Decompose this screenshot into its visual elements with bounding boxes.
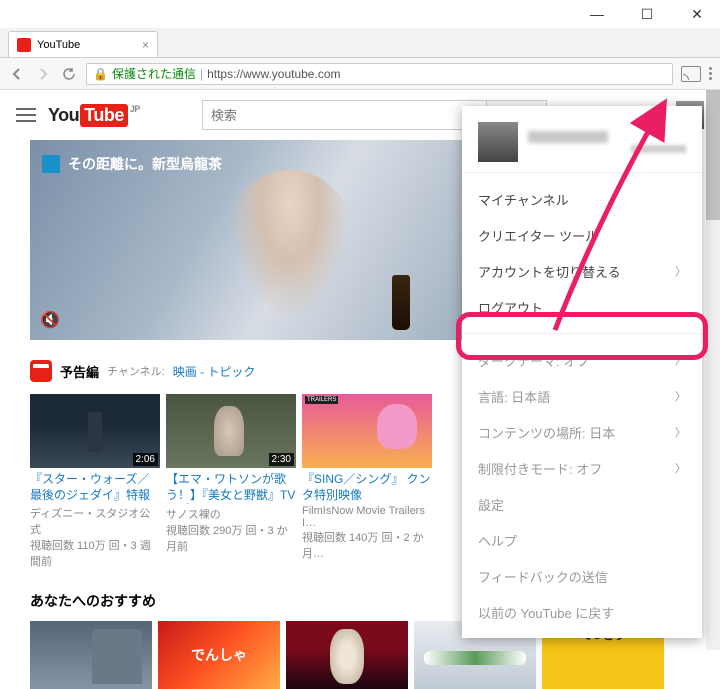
video-title: 『スター・ウォーズ／最後のジェダイ』特報 [30,472,160,503]
menu-item-location[interactable]: コンテンツの場所: 日本〉 [462,414,702,450]
video-thumbnail: 2:06 [30,394,160,468]
window-close[interactable]: ✕ [682,4,712,24]
ad-text: その距離に。新型烏龍茶 [68,154,222,174]
menu-avatar [478,122,518,162]
chevron-right-icon: 〉 [675,352,686,368]
menu-item-old-youtube[interactable]: 以前の YouTube に戻す [462,594,702,630]
video-title: 『SING／シング』 クンタ特別映像 [302,472,432,503]
browser-tab[interactable]: YouTube × [8,31,158,57]
section-sublabel: チャンネル: [107,363,165,379]
tab-title: YouTube [37,39,80,51]
section-title: 予告編 [60,362,99,381]
menu-item-settings[interactable]: 設定 [462,486,702,522]
url-text: https://www.youtube.com [207,67,340,81]
hero-ad[interactable]: その距離に。新型烏龍茶 🔇 [30,140,470,340]
youtube-favicon [17,38,31,52]
window-maximize[interactable]: ☐ [632,4,662,24]
hamburger-icon[interactable] [16,108,36,122]
ad-logo-icon [42,155,60,173]
rec-thumbnail[interactable] [30,621,152,689]
menu-item-restricted-mode[interactable]: 制限付きモード: オフ〉 [462,450,702,486]
video-title: 【エマ・ワトソンが歌う！】『美女と野獣』TVスポット… [166,472,296,504]
menu-item-language[interactable]: 言語: 日本語〉 [462,378,702,414]
duration-badge: 2:30 [269,453,294,466]
separator: | [200,67,203,81]
video-card[interactable]: 2:06 『スター・ウォーズ／最後のジェダイ』特報 ディズニー・スタジオ公式 視… [30,394,160,569]
video-channel: FilmIsNow Movie Trailers I… [302,505,432,529]
menu-group: マイチャンネル クリエイター ツール アカウントを切り替える〉 ログアウト [462,173,702,334]
menu-item-creator-tools[interactable]: クリエイター ツール [462,217,702,253]
menu-item-switch-account[interactable]: アカウントを切り替える〉 [462,253,702,289]
reload-button[interactable] [60,65,78,83]
trailer-badge-icon [30,360,52,382]
video-card[interactable]: 『SING／シング』 クンタ特別映像 FilmIsNow Movie Trail… [302,394,432,569]
search-input[interactable] [202,100,487,130]
account-menu: マイチャンネル クリエイター ツール アカウントを切り替える〉 ログアウト ダー… [462,106,702,638]
video-meta: 視聴回数 290万 回・3 か月前 [166,522,296,554]
tab-close-icon[interactable]: × [142,38,149,52]
youtube-logo[interactable]: You Tube JP [48,104,140,127]
browser-menu-icon[interactable] [709,67,712,80]
video-meta: 視聴回数 140万 回・2 か月… [302,529,432,561]
menu-header [462,106,702,173]
video-channel: ディズニー・スタジオ公式 [30,505,160,537]
chevron-right-icon: 〉 [675,388,686,404]
video-card[interactable]: 2:30 【エマ・ワトソンが歌う！】『美女と野獣』TVスポット… サノス裸の 視… [166,394,296,569]
video-thumbnail [302,394,432,468]
window-titlebar: — ☐ ✕ [0,0,720,28]
browser-toolbar: 🔒 保護された通信 | https://www.youtube.com [0,58,720,90]
back-button[interactable] [8,65,26,83]
hero-image-bottle [392,275,410,330]
chevron-right-icon: 〉 [675,263,686,279]
secure-label: 保護された通信 [112,65,196,82]
chevron-right-icon: 〉 [675,460,686,476]
video-meta: 視聴回数 110万 回・3 週間前 [30,537,160,569]
lock-icon: 🔒 [93,67,108,81]
menu-item-my-channel[interactable]: マイチャンネル [462,181,702,217]
mute-icon[interactable]: 🔇 [40,310,60,330]
hero-image-person [220,170,360,340]
menu-item-feedback[interactable]: フィードバックの送信 [462,558,702,594]
scrollbar[interactable] [706,90,720,650]
menu-item-logout[interactable]: ログアウト [462,289,702,325]
forward-button[interactable] [34,65,52,83]
hero-ad-label: その距離に。新型烏龍茶 [42,154,222,174]
blurred-username [528,131,608,143]
chevron-right-icon: 〉 [675,424,686,440]
scroll-thumb[interactable] [706,90,720,220]
rec-thumbnail[interactable] [286,621,408,689]
browser-tab-bar: YouTube × [0,28,720,58]
blurred-email [631,145,686,153]
duration-badge: 2:06 [133,453,158,466]
menu-item-help[interactable]: ヘルプ [462,522,702,558]
window-minimize[interactable]: — [582,4,612,24]
section-channel-link[interactable]: 映画 - トピック [173,363,256,380]
rec-thumbnail[interactable]: でんしゃ [158,621,280,689]
video-channel: サノス裸の [166,506,296,522]
video-thumbnail: 2:30 [166,394,296,468]
address-bar[interactable]: 🔒 保護された通信 | https://www.youtube.com [86,63,673,85]
menu-item-dark-theme[interactable]: ダークテーマ: オフ〉 [462,342,702,378]
menu-group: ダークテーマ: オフ〉 言語: 日本語〉 コンテンツの場所: 日本〉 制限付きモ… [462,334,702,638]
cast-icon[interactable] [681,66,701,82]
